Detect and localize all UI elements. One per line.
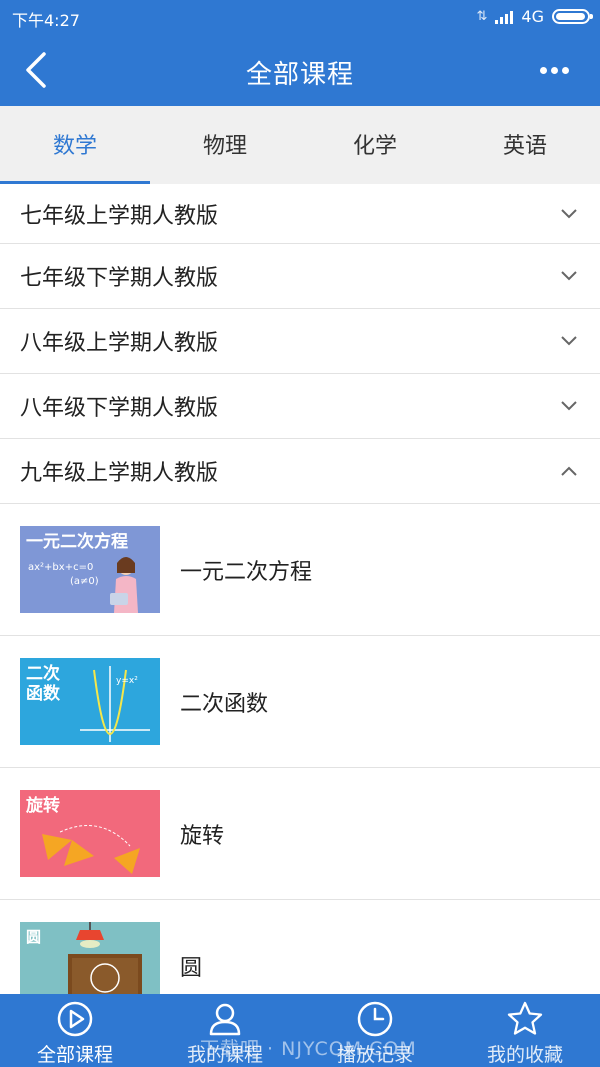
thumbnail-note: (a≠0) [70,576,99,587]
bottom-nav-favorites[interactable]: 我的收藏 [450,994,600,1067]
course-thumbnail: 二次 函数 y=x² [20,658,160,745]
circle-lamp-icon [68,922,142,994]
course-thumbnail: 圆 [20,922,160,994]
course-title: 二次函数 [180,691,269,717]
subject-tabs: 数学 物理 化学 英语 [0,106,600,184]
nav-bar: 全部课程 [0,34,600,106]
course-title: 圆 [180,955,203,981]
bottom-nav-history[interactable]: 播放记录 [300,994,450,1067]
teacher-illustration-icon [110,557,138,613]
course-thumbnail: 一元二次方程 ax²+bx+c=0 (a≠0) [20,526,160,613]
bottom-nav-all-courses[interactable]: 全部课程 [0,994,150,1067]
grade-row[interactable]: 七年级上学期人教版 [0,184,600,244]
chevron-down-icon [558,203,580,225]
bottom-nav-label: 播放记录 [336,1044,413,1066]
bottom-nav-my-courses[interactable]: 我的课程 [150,994,300,1067]
grade-label: 八年级下学期人教版 [20,396,219,421]
chevron-down-icon [558,395,580,417]
clock-icon [355,1000,395,1038]
tab-math[interactable]: 数学 [0,106,150,184]
page-title: 全部课程 [245,60,354,90]
course-title: 旋转 [180,823,225,849]
tab-physics[interactable]: 物理 [150,106,300,184]
signal-icon [495,10,514,24]
chevron-up-icon [558,460,580,482]
thumbnail-caption: 二次 函数 [26,664,60,705]
grade-label: 七年级上学期人教版 [20,203,219,229]
grade-row[interactable]: 八年级上学期人教版 [0,309,600,374]
thumbnail-caption: 一元二次方程 [26,532,128,552]
course-title: 一元二次方程 [180,559,313,585]
status-time: 下午4:27 [12,11,80,30]
battery-level [556,13,585,20]
play-circle-icon [55,1000,95,1038]
battery-icon [552,9,593,24]
more-dots-icon [539,66,547,74]
course-item[interactable]: 二次 函数 y=x² 二次函数 [0,636,600,768]
course-item[interactable]: 旋转 旋转 [0,768,600,900]
status-bar: 下午4:27 ⇅ 4G [0,0,600,34]
chevron-down-icon [558,330,580,352]
network-type: 4G [521,7,544,26]
bottom-nav-label: 我的课程 [186,1044,263,1066]
more-button[interactable] [530,56,578,84]
grade-row[interactable]: 八年级下学期人教版 [0,374,600,439]
star-icon [505,1000,545,1038]
course-list: 七年级上学期人教版 七年级下学期人教版 八年级上学期人教版 八年级下学期人教版 … [0,184,600,994]
status-indicators: ⇅ 4G [476,7,593,26]
grade-row[interactable]: 七年级下学期人教版 [0,244,600,309]
parabola-graph-icon [80,666,150,742]
bottom-nav: 全部课程 我的课程 播放记录 我的收藏 [0,994,600,1067]
chevron-down-icon [558,265,580,287]
course-item[interactable]: 一元二次方程 ax²+bx+c=0 (a≠0) 一元二次方程 [0,504,600,636]
grade-label: 七年级下学期人教版 [20,266,219,291]
bottom-nav-label: 全部课程 [36,1044,113,1066]
data-transfer-icon: ⇅ [476,9,488,24]
tab-chemistry[interactable]: 化学 [300,106,450,184]
thumbnail-formula: y=x² [116,676,138,686]
grade-label: 八年级上学期人教版 [20,331,219,356]
thumbnail-formula: ax²+bx+c=0 [28,562,94,573]
tab-english[interactable]: 英语 [450,106,600,184]
user-icon [205,1000,245,1038]
grade-row-expanded[interactable]: 九年级上学期人教版 [0,439,600,504]
bottom-nav-label: 我的收藏 [486,1044,563,1066]
rotation-triangles-icon [42,825,140,874]
grade-label: 九年级上学期人教版 [20,461,219,486]
course-thumbnail: 旋转 [20,790,160,877]
course-item[interactable]: 圆 圆 [0,900,600,994]
